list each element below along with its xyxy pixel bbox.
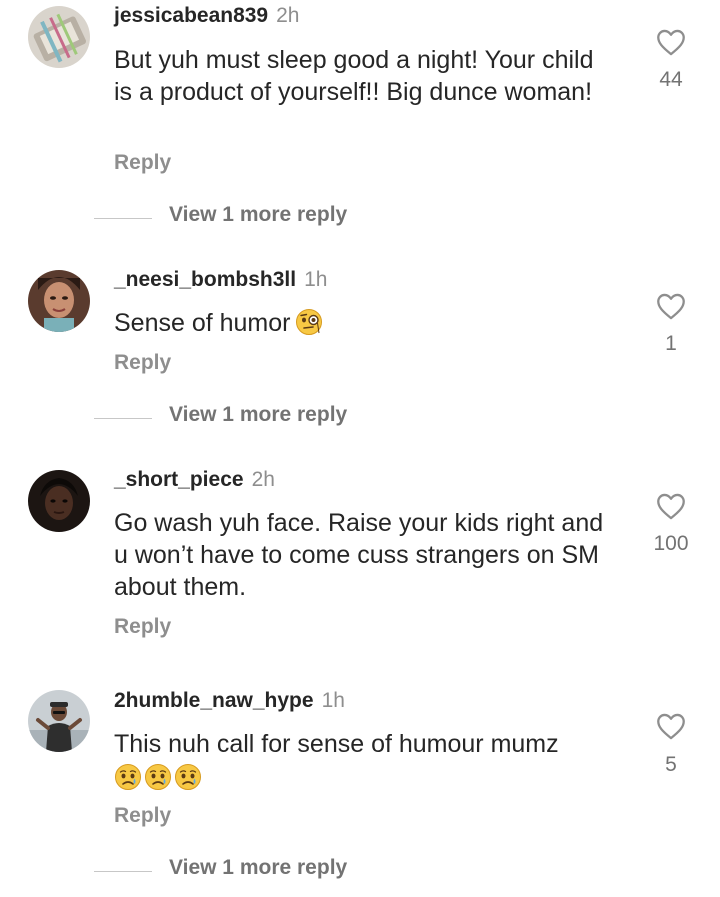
- heart-icon: [657, 29, 685, 56]
- comment-text: This nuh call for sense of humour mumz: [114, 728, 614, 794]
- username[interactable]: 2humble_naw_hype: [114, 689, 314, 712]
- comment-text: Go wash yuh face. Raise your kids right …: [114, 509, 604, 601]
- heart-icon: [657, 713, 685, 740]
- heart-icon: [657, 293, 685, 320]
- reply-button[interactable]: Reply: [114, 151, 171, 175]
- emoji-row: [114, 762, 614, 794]
- avatar-image: [28, 470, 90, 532]
- heart-icon: [657, 493, 685, 520]
- username[interactable]: jessicabean839: [114, 4, 268, 27]
- timestamp: 1h: [321, 689, 345, 712]
- timestamp: 1h: [304, 268, 328, 291]
- comment-text-content: This nuh call for sense of humour mumz: [114, 730, 559, 758]
- like-count: 1: [665, 332, 677, 355]
- view-more-replies-label[interactable]: View 1 more reply: [169, 403, 347, 427]
- crying-face-icon: [144, 763, 172, 791]
- divider-line: [94, 418, 152, 419]
- avatar[interactable]: [28, 6, 90, 68]
- crying-face-icon: [174, 763, 202, 791]
- like-button[interactable]: [654, 712, 688, 740]
- avatar[interactable]: [28, 470, 90, 532]
- like-button[interactable]: [654, 28, 688, 56]
- comment-text: Sense of humor: [114, 307, 614, 339]
- username[interactable]: _neesi_bombsh3ll: [114, 268, 296, 291]
- reply-button[interactable]: Reply: [114, 804, 171, 828]
- avatar-image: [28, 690, 90, 752]
- divider-line: [94, 218, 152, 219]
- comment-text: But yuh must sleep good a night! Your ch…: [114, 46, 594, 106]
- timestamp: 2h: [251, 468, 275, 491]
- avatar-image: [28, 270, 90, 332]
- like-count: 5: [665, 753, 677, 776]
- username[interactable]: _short_piece: [114, 468, 244, 491]
- like-button[interactable]: [654, 292, 688, 320]
- like-count: 44: [659, 68, 683, 91]
- comment-text-content: Sense of humor: [114, 309, 291, 337]
- reply-button[interactable]: Reply: [114, 615, 171, 639]
- face-with-monocle-icon: [295, 308, 323, 336]
- reply-button[interactable]: Reply: [114, 351, 171, 375]
- avatar[interactable]: [28, 270, 90, 332]
- view-more-replies-label[interactable]: View 1 more reply: [169, 203, 347, 227]
- like-count: 100: [653, 532, 689, 555]
- timestamp: 2h: [276, 4, 300, 27]
- like-button[interactable]: [654, 492, 688, 520]
- divider-line: [94, 871, 152, 872]
- avatar-image: [28, 6, 90, 68]
- view-more-replies-label[interactable]: View 1 more reply: [169, 856, 347, 880]
- crying-face-icon: [114, 763, 142, 791]
- avatar[interactable]: [28, 690, 90, 752]
